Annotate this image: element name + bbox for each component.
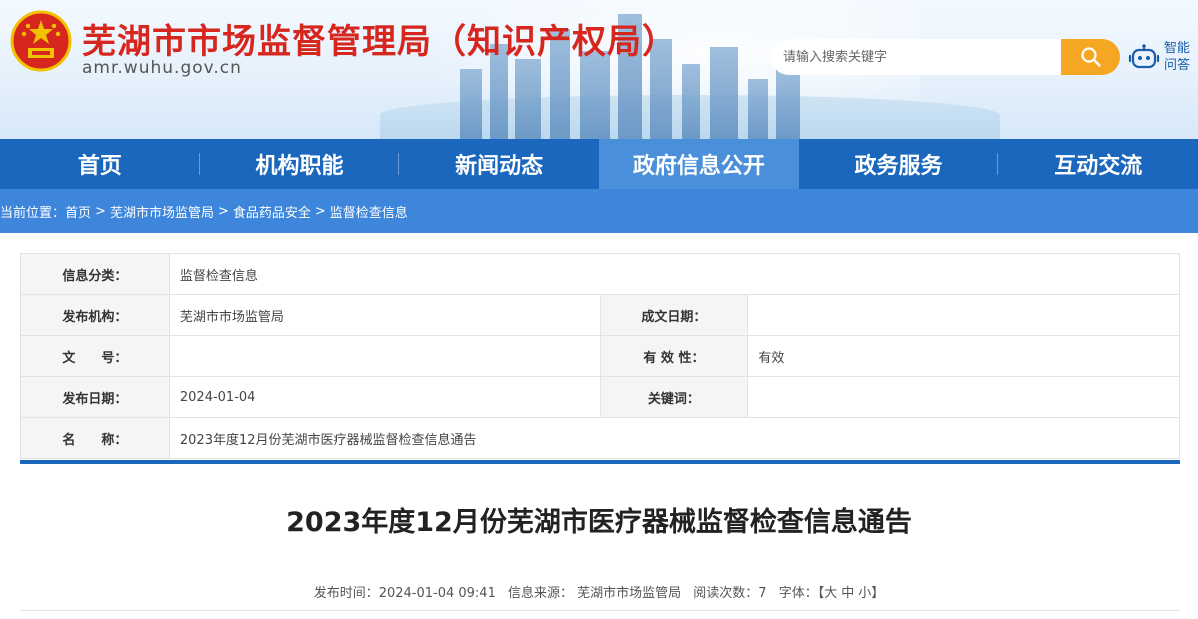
nav-item-organization[interactable]: 机构职能 xyxy=(200,139,400,189)
search-input[interactable] xyxy=(771,39,1061,75)
ai-assistant-link[interactable]: 智能 问答 xyxy=(1128,40,1198,76)
breadcrumb-bureau[interactable]: 芜湖市市场监管局 xyxy=(110,202,214,221)
doc-number-label: 文 号： xyxy=(21,336,170,377)
article-title: 2023年度12月份芜湖市医疗器械监督检查信息通告 xyxy=(286,507,912,538)
info-row: 信息分类： 监督检查信息 xyxy=(21,254,1180,295)
keywords-value xyxy=(748,377,1180,418)
breadcrumb-inspection[interactable]: 监督检查信息 xyxy=(330,202,408,221)
validity-value: 有效 xyxy=(748,336,1180,377)
info-row: 发布机构： 芜湖市市场监管局 成文日期： xyxy=(21,295,1180,336)
search-box xyxy=(771,39,1120,75)
site-title: 芜湖市市场监督管理局（知识产权局） xyxy=(82,22,677,62)
nav-item-interaction[interactable]: 互动交流 xyxy=(998,139,1198,189)
font-size-bracket: 】 xyxy=(871,586,885,601)
site-domain: amr.wuhu.gov.cn xyxy=(82,58,242,78)
info-row: 发布日期： 2024-01-04 关键词： xyxy=(21,377,1180,418)
info-source: 信息来源： 芜湖市市场监管局 xyxy=(508,586,682,601)
nav-item-home[interactable]: 首页 xyxy=(0,139,200,189)
breadcrumb-separator: > xyxy=(95,203,106,219)
keywords-label: 关键词： xyxy=(600,377,749,418)
font-size-large-button[interactable]: 大 xyxy=(824,586,837,601)
font-size-medium-button[interactable]: 中 xyxy=(841,586,854,601)
name-value: 2023年度12月份芜湖市医疗器械监督检查信息通告 xyxy=(169,418,1180,459)
name-label: 名 称： xyxy=(21,418,170,459)
publish-time: 发布时间：2024-01-04 09:41 xyxy=(313,586,496,601)
info-row: 文 号： 有 效 性： 有效 xyxy=(21,336,1180,377)
meta-divider xyxy=(20,610,1180,611)
robot-icon xyxy=(1128,44,1160,69)
doc-number-value xyxy=(169,336,601,377)
nav-item-services[interactable]: 政务服务 xyxy=(799,139,999,189)
font-size-label: 字体：【 xyxy=(778,586,825,601)
category-label: 信息分类： xyxy=(21,254,170,295)
view-count: 阅读次数：7 xyxy=(693,586,767,601)
search-icon xyxy=(1080,47,1101,67)
search-button[interactable] xyxy=(1061,39,1120,75)
breadcrumb-home[interactable]: 首页 xyxy=(65,202,91,221)
main-nav: 首页 机构职能 新闻动态 政府信息公开 政务服务 互动交流 xyxy=(0,139,1198,189)
publish-date-value: 2024-01-04 xyxy=(169,377,601,418)
breadcrumb-separator: > xyxy=(217,203,229,219)
category-value: 监督检查信息 xyxy=(169,254,1180,295)
info-row: 名 称： 2023年度12月份芜湖市医疗器械监督检查信息通告 xyxy=(21,418,1180,459)
validity-label: 有 效 性： xyxy=(600,336,749,377)
breadcrumb: 当前位置： 首页 > 芜湖市市场监管局 > 食品药品安全 > 监督检查信息 xyxy=(0,189,1198,233)
nav-item-news[interactable]: 新闻动态 xyxy=(399,139,599,189)
created-date-value xyxy=(748,295,1180,336)
article-meta: 发布时间：2024-01-04 09:41 信息来源： 芜湖市市场监管局 阅读次… xyxy=(0,582,1198,601)
publisher-label: 发布机构： xyxy=(21,295,170,336)
font-size-small-button[interactable]: 小 xyxy=(858,586,871,601)
info-table: 信息分类： 监督检查信息 发布机构： 芜湖市市场监管局 成文日期： 文 号： 有… xyxy=(20,253,1180,459)
ai-assistant-label: 智能 问答 xyxy=(1164,41,1191,73)
divider xyxy=(20,460,1180,464)
site-header: 芜湖市市场监督管理局（知识产权局） amr.wuhu.gov.cn 智能 问答 xyxy=(0,0,1198,139)
national-emblem-icon xyxy=(10,10,72,72)
breadcrumb-separator: > xyxy=(314,203,326,219)
publisher-value: 芜湖市市场监管局 xyxy=(169,295,601,336)
breadcrumb-food-drug[interactable]: 食品药品安全 xyxy=(233,202,311,221)
breadcrumb-prefix: 当前位置： xyxy=(0,205,66,221)
nav-item-gov-info[interactable]: 政府信息公开 xyxy=(599,139,799,189)
created-date-label: 成文日期： xyxy=(600,295,749,336)
publish-date-label: 发布日期： xyxy=(21,377,170,418)
